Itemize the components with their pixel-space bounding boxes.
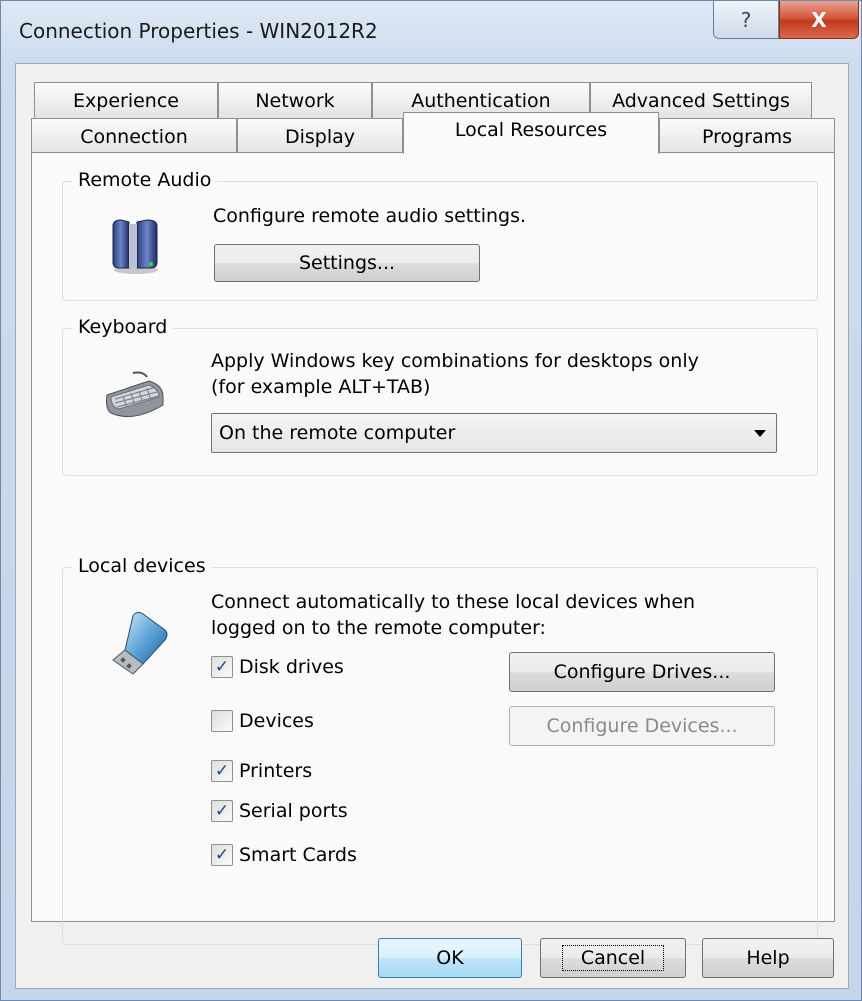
- disk-drives-label: Disk drives: [239, 656, 344, 678]
- close-button[interactable]: X: [779, 1, 859, 39]
- remote-audio-title: Remote Audio: [72, 169, 218, 191]
- remote-audio-group: Remote Audio Configure remote audio sett…: [62, 169, 818, 301]
- keyboard-description-line2: (for example ALT+TAB): [211, 376, 431, 398]
- chevron-down-icon: [754, 430, 766, 437]
- keyboard-group: Keyboard Apply Windows key combinations …: [62, 316, 818, 476]
- window-title: Connection Properties - WIN2012R2: [19, 19, 378, 43]
- disk-drives-checkbox[interactable]: ✓ Disk drives: [211, 656, 344, 678]
- help-label: Help: [746, 947, 790, 969]
- speakers-icon: [112, 219, 158, 274]
- printers-box[interactable]: ✓: [211, 760, 233, 782]
- check-icon: ✓: [214, 800, 230, 821]
- local-devices-description-line1: Connect automatically to these local dev…: [211, 591, 696, 613]
- smart-cards-box[interactable]: ✓: [211, 844, 233, 866]
- check-icon: ✓: [214, 760, 230, 781]
- devices-checkbox[interactable]: Devices: [211, 710, 314, 732]
- smart-cards-label: Smart Cards: [239, 844, 357, 866]
- dialog-window: Connection Properties - WIN2012R2 ? X Ex…: [0, 0, 862, 1001]
- configure-devices-label: Configure Devices...: [546, 715, 738, 737]
- title-bar: Connection Properties - WIN2012R2 ? X: [1, 1, 861, 61]
- tab-experience[interactable]: Experience: [34, 82, 218, 118]
- local-devices-group: Local devices Connect automatically to t…: [62, 555, 818, 945]
- serial-ports-box[interactable]: ✓: [211, 800, 233, 822]
- configure-drives-button[interactable]: Configure Drives...: [509, 652, 775, 692]
- keyboard-icon: [106, 371, 164, 418]
- printers-checkbox[interactable]: ✓ Printers: [211, 760, 312, 782]
- cancel-label: Cancel: [561, 945, 665, 971]
- local-resources-panel: Remote Audio Configure remote audio sett…: [31, 152, 835, 945]
- smart-cards-checkbox[interactable]: ✓ Smart Cards: [211, 844, 357, 866]
- tab-network[interactable]: Network: [218, 82, 372, 118]
- serial-ports-checkbox[interactable]: ✓ Serial ports: [211, 800, 348, 822]
- close-icon: X: [811, 7, 827, 32]
- devices-box[interactable]: [211, 710, 233, 732]
- usb-drive-icon: [112, 611, 168, 675]
- ok-button[interactable]: OK: [378, 938, 522, 978]
- keyboard-select-value: On the remote computer: [219, 422, 456, 444]
- help-icon: ?: [740, 7, 752, 32]
- ok-label: OK: [436, 947, 464, 969]
- keyboard-title: Keyboard: [72, 316, 174, 338]
- cancel-button[interactable]: Cancel: [540, 938, 686, 978]
- configure-drives-label: Configure Drives...: [553, 661, 731, 683]
- audio-settings-label: Settings...: [298, 252, 396, 274]
- check-icon: ✓: [214, 844, 230, 865]
- tab-connection[interactable]: Connection: [31, 118, 237, 154]
- disk-drives-box[interactable]: ✓: [211, 656, 233, 678]
- tab-local-resources[interactable]: Local Resources: [403, 112, 659, 154]
- help-caption-button[interactable]: ?: [713, 1, 779, 39]
- keyboard-description-line1: Apply Windows key combinations for deskt…: [211, 350, 699, 372]
- help-button[interactable]: Help: [702, 938, 834, 978]
- keyboard-combination-select[interactable]: On the remote computer: [211, 413, 777, 453]
- local-devices-title: Local devices: [72, 555, 212, 577]
- check-icon: ✓: [214, 656, 230, 677]
- printers-label: Printers: [239, 760, 313, 782]
- local-devices-description-line2: logged on to the remote computer:: [211, 617, 546, 639]
- tab-programs[interactable]: Programs: [659, 118, 835, 154]
- dialog-client: Experience Network Authentication Advanc…: [15, 63, 849, 989]
- tab-display[interactable]: Display: [237, 118, 403, 154]
- audio-settings-button[interactable]: Settings...: [214, 244, 480, 282]
- devices-label: Devices: [239, 710, 314, 732]
- serial-ports-label: Serial ports: [239, 800, 348, 822]
- remote-audio-description: Configure remote audio settings.: [213, 205, 527, 227]
- configure-devices-button[interactable]: Configure Devices...: [509, 706, 775, 746]
